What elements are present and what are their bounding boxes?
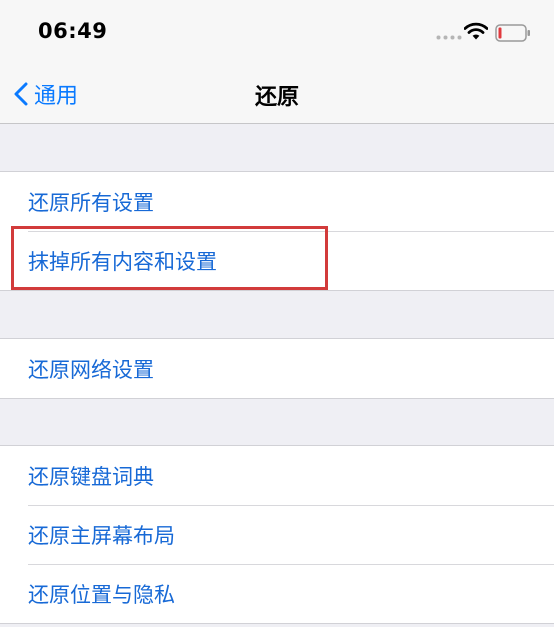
reset-network-settings-item[interactable]: 还原网络设置 — [0, 339, 554, 398]
reset-group-3: 还原键盘词典 还原主屏幕布局 还原位置与隐私 — [0, 445, 554, 624]
battery-icon — [495, 24, 530, 42]
highlight-annotation-box — [11, 226, 328, 290]
reset-home-screen-layout-item[interactable]: 还原主屏幕布局 — [0, 505, 554, 564]
status-bar: 06:49 — [0, 0, 554, 64]
reset-keyboard-dictionary-label: 还原键盘词典 — [28, 464, 154, 489]
reset-network-settings-label: 还原网络设置 — [28, 357, 154, 382]
status-time: 06:49 — [38, 19, 108, 43]
cellular-signal-icon — [436, 35, 462, 40]
reset-location-privacy-item[interactable]: 还原位置与隐私 — [0, 564, 554, 623]
reset-home-screen-layout-label: 还原主屏幕布局 — [28, 523, 175, 548]
reset-location-privacy-label: 还原位置与隐私 — [28, 582, 175, 607]
reset-keyboard-dictionary-item[interactable]: 还原键盘词典 — [0, 446, 554, 505]
reset-group-2: 还原网络设置 — [0, 338, 554, 399]
reset-all-settings-label: 还原所有设置 — [28, 190, 154, 215]
navigation-bar: 通用 还原 — [0, 64, 554, 124]
reset-all-settings-item[interactable]: 还原所有设置 — [0, 172, 554, 231]
page-title: 还原 — [254, 85, 299, 110]
wifi-icon — [464, 22, 488, 40]
